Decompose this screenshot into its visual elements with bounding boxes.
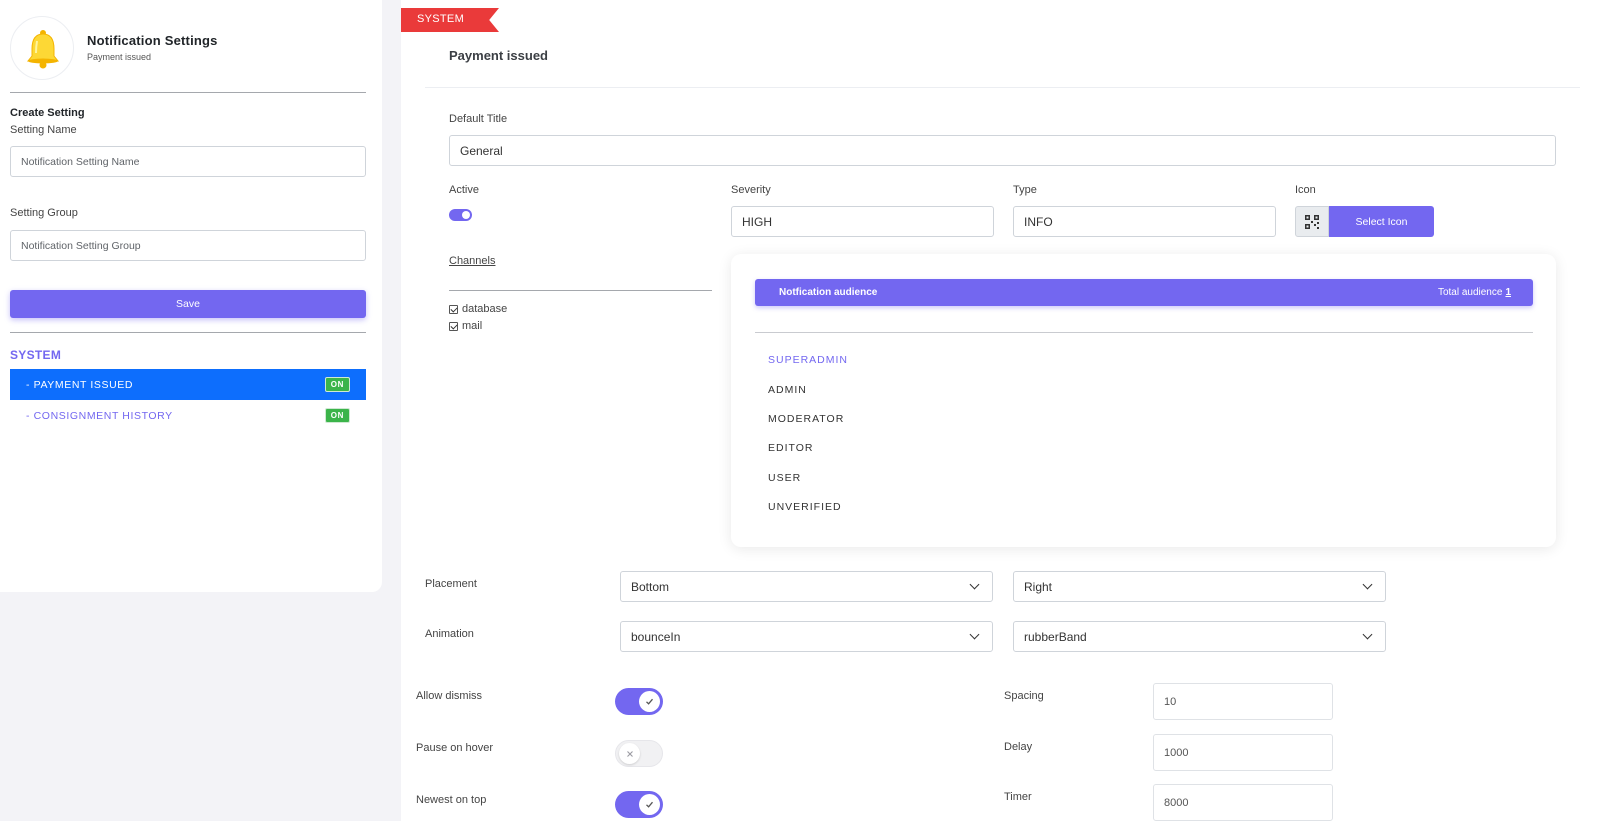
toggle-knob xyxy=(619,743,640,764)
x-icon xyxy=(626,750,633,757)
total-audience: Total audience 1 xyxy=(1438,287,1511,298)
role-unverified[interactable]: UNVERIFIED xyxy=(768,501,842,513)
pause-on-hover-toggle[interactable] xyxy=(615,740,663,767)
divider xyxy=(449,290,712,291)
status-badge: ON xyxy=(324,408,350,423)
spacing-label: Spacing xyxy=(1004,690,1044,702)
check-icon xyxy=(646,698,653,705)
setting-item-consignment-history[interactable]: - CONSIGNMENT HISTORY ON xyxy=(10,400,366,431)
app-subtitle: Payment issued xyxy=(87,52,152,62)
setting-name-input[interactable] xyxy=(10,146,366,177)
placement-horizontal-select[interactable]: Right xyxy=(1013,571,1386,602)
chevron-down-icon xyxy=(969,579,980,590)
chevron-down-icon xyxy=(1362,629,1373,640)
channel-label: mail xyxy=(462,320,483,332)
placement-label: Placement xyxy=(425,578,477,590)
role-user[interactable]: USER xyxy=(768,472,801,484)
animation-out-select[interactable]: rubberBand xyxy=(1013,621,1386,652)
type-input[interactable] xyxy=(1013,206,1276,237)
chevron-down-icon xyxy=(1362,579,1373,590)
delay-label: Delay xyxy=(1004,741,1033,753)
select-value: bounceIn xyxy=(631,629,681,644)
checkbox[interactable] xyxy=(449,321,458,331)
animation-in-select[interactable]: bounceIn xyxy=(620,621,993,652)
setting-item-label: - CONSIGNMENT HISTORY xyxy=(26,409,173,422)
default-title-label: Default Title xyxy=(449,113,508,125)
setting-item-label: - PAYMENT ISSUED xyxy=(26,378,134,391)
group-ribbon: SYSTEM xyxy=(401,8,499,32)
divider xyxy=(10,332,366,333)
audience-header: Notfication audience Total audience 1 xyxy=(755,279,1533,306)
delay-input[interactable] xyxy=(1153,734,1333,771)
role-superadmin[interactable]: SUPERADMIN xyxy=(768,354,848,366)
checkbox[interactable] xyxy=(449,304,458,314)
role-moderator[interactable]: MODERATOR xyxy=(768,413,844,425)
qr-icon xyxy=(1305,214,1319,229)
status-badge: ON xyxy=(324,377,350,392)
select-value: rubberBand xyxy=(1024,629,1087,644)
allow-dismiss-label: Allow dismiss xyxy=(416,690,483,702)
default-title-input[interactable] xyxy=(449,135,1556,166)
animation-label: Animation xyxy=(425,628,474,640)
bell-icon xyxy=(26,30,60,69)
setting-item-payment-issued[interactable]: - PAYMENT ISSUED ON xyxy=(10,369,366,400)
timer-label: Timer xyxy=(1004,791,1032,803)
icon-label: Icon xyxy=(1295,184,1316,196)
severity-label: Severity xyxy=(731,184,771,196)
select-icon-button[interactable]: Select Icon xyxy=(1329,206,1434,237)
severity-input[interactable] xyxy=(731,206,994,237)
check-icon xyxy=(646,801,653,808)
active-toggle[interactable] xyxy=(449,209,472,221)
role-editor[interactable]: EDITOR xyxy=(768,442,813,454)
icon-preview[interactable] xyxy=(1295,206,1329,237)
save-button[interactable]: Save xyxy=(10,290,366,318)
spacing-input[interactable] xyxy=(1153,683,1333,720)
divider xyxy=(755,332,1533,333)
toggle-knob xyxy=(639,691,660,712)
settings-sidebar: Notification Settings Payment issued Cre… xyxy=(0,0,382,592)
toggle-knob xyxy=(639,794,660,815)
settings-group-heading: SYSTEM xyxy=(10,348,62,362)
divider xyxy=(425,87,1580,88)
type-label: Type xyxy=(1013,184,1037,196)
select-value: Bottom xyxy=(631,579,670,594)
app-logo xyxy=(10,16,74,80)
chevron-down-icon xyxy=(969,629,980,640)
setting-name-label: Setting Name xyxy=(10,124,77,136)
channel-mail-checkbox[interactable]: mail xyxy=(449,320,482,332)
channels-label: Channels xyxy=(449,255,496,267)
page-title: Payment issued xyxy=(449,48,548,63)
total-audience-label: Total audience xyxy=(1437,287,1503,298)
setting-group-label: Setting Group xyxy=(10,207,78,219)
newest-on-top-toggle[interactable] xyxy=(615,791,663,818)
allow-dismiss-toggle[interactable] xyxy=(615,688,663,715)
active-label: Active xyxy=(449,184,479,196)
audience-title: Notfication audience xyxy=(779,287,878,298)
channel-database-checkbox[interactable]: database xyxy=(449,303,507,315)
app-title: Notification Settings xyxy=(87,33,218,48)
setting-group-input[interactable] xyxy=(10,230,366,261)
timer-input[interactable] xyxy=(1153,784,1333,821)
newest-on-top-label: Newest on top xyxy=(416,794,487,806)
divider xyxy=(10,92,366,93)
role-admin[interactable]: ADMIN xyxy=(768,384,807,396)
pause-on-hover-label: Pause on hover xyxy=(416,742,494,754)
placement-vertical-select[interactable]: Bottom xyxy=(620,571,993,602)
channel-label: database xyxy=(462,303,508,315)
select-value: Right xyxy=(1024,579,1053,594)
create-setting-heading: Create Setting xyxy=(10,107,85,119)
total-audience-count[interactable]: 1 xyxy=(1505,287,1511,298)
